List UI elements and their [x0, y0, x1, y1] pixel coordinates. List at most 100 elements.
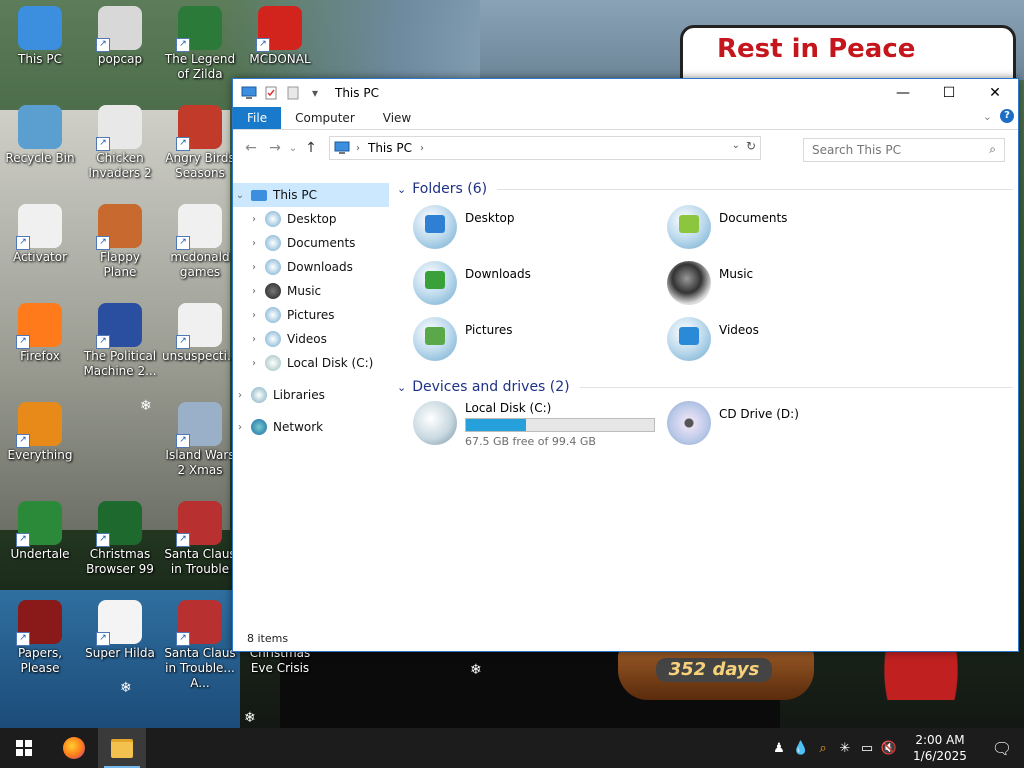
app-icon: ↗: [176, 501, 222, 547]
minimize-button[interactable]: —: [880, 79, 926, 107]
collapsed-chevron-icon[interactable]: ›: [233, 422, 247, 433]
desktop-icon[interactable]: ↗ Santa Claus in Trouble: [160, 495, 240, 576]
tab-view[interactable]: View: [369, 107, 425, 129]
desktop-icon[interactable]: Recycle Bin: [0, 99, 80, 179]
address-bar[interactable]: › This PC › ⌄ ↻: [329, 136, 761, 160]
desktop-icon[interactable]: ↗ Flappy Plane: [80, 198, 160, 279]
countdown-label: 352 days: [656, 658, 772, 682]
desktop-icon[interactable]: ↗ unsuspecti...: [160, 297, 240, 377]
forward-arrow-icon[interactable]: →: [263, 140, 287, 156]
properties-icon[interactable]: [263, 85, 279, 101]
refresh-icon[interactable]: ↻: [746, 139, 756, 153]
nav-item-network[interactable]: › Network: [233, 415, 389, 439]
pictures-folder-icon: [265, 307, 281, 323]
back-arrow-icon[interactable]: ←: [239, 140, 263, 156]
desktop-icon[interactable]: ↗ Firefox: [0, 297, 80, 377]
breadcrumb-this-pc[interactable]: This PC: [368, 141, 412, 155]
tab-computer[interactable]: Computer: [281, 107, 369, 129]
desktop-icon[interactable]: ↗ Papers, Please: [0, 594, 80, 675]
desktop-icon-label: Santa Claus in Trouble... A...: [164, 646, 236, 690]
this-pc-icon: [334, 141, 350, 154]
desktop-icon[interactable]: ↗ Undertale: [0, 495, 80, 575]
desktop-icon[interactable]: ↗ Activator: [0, 198, 80, 278]
maximize-button[interactable]: ☐: [926, 79, 972, 107]
tray-app-icon[interactable]: ♟: [768, 741, 790, 756]
nav-item-downloads[interactable]: › Downloads: [233, 255, 389, 279]
nav-item-pictures[interactable]: › Pictures: [233, 303, 389, 327]
tray-snowflake-icon[interactable]: ✳: [834, 741, 856, 756]
new-folder-icon[interactable]: [285, 85, 301, 101]
drive-tile-c[interactable]: Local Disk (C:) 67.5 GB free of 99.4 GB: [413, 401, 655, 448]
title-bar[interactable]: ▾ This PC — ☐ ✕: [233, 79, 1018, 107]
desktop-icon[interactable]: ↗ Everything: [0, 396, 80, 476]
desktop-icon[interactable]: ↗ Island Wars 2 Xmas: [160, 396, 240, 477]
drive-tile-d[interactable]: CD Drive (D:): [667, 401, 799, 445]
expanded-chevron-icon[interactable]: ⌄: [233, 190, 247, 201]
nav-item-local-disk[interactable]: › Local Disk (C:): [233, 351, 389, 375]
collapsed-chevron-icon[interactable]: ›: [233, 390, 247, 401]
collapsed-chevron-icon[interactable]: ›: [247, 310, 261, 321]
tab-file[interactable]: File: [233, 107, 282, 129]
tray-droplet-icon[interactable]: 💧: [790, 741, 812, 756]
explorer-window[interactable]: ▾ This PC — ☐ ✕ File Computer View ⌄ ? ←…: [232, 78, 1019, 652]
tray-search-icon[interactable]: ⌕: [812, 741, 834, 756]
collapse-chevron-icon[interactable]: ⌄: [397, 183, 406, 196]
taskbar-firefox[interactable]: [50, 728, 98, 768]
volume-muted-icon[interactable]: 🔇: [878, 741, 900, 756]
nav-item-documents[interactable]: › Documents: [233, 231, 389, 255]
folder-tile-documents[interactable]: Documents: [667, 205, 907, 257]
drives-group-header[interactable]: ⌄ Devices and drives (2): [397, 379, 1013, 395]
nav-item-libraries[interactable]: › Libraries: [233, 383, 389, 407]
collapsed-chevron-icon[interactable]: ›: [247, 262, 261, 273]
collapsed-chevron-icon[interactable]: ›: [247, 334, 261, 345]
search-icon[interactable]: ⌕: [989, 142, 996, 157]
desktop-icon[interactable]: This PC: [0, 0, 80, 80]
desktop-icon[interactable]: ↗ Chicken Invaders 2: [80, 99, 160, 180]
desktop-icon[interactable]: ↗ The Political Machine 2...: [80, 297, 160, 378]
nav-item-music[interactable]: › Music: [233, 279, 389, 303]
desktop-icon[interactable]: ↗ Santa Claus in Trouble... A...: [160, 594, 240, 690]
app-icon: ↗: [16, 600, 62, 646]
nav-item-desktop[interactable]: › Desktop: [233, 207, 389, 231]
taskbar-clock[interactable]: 2:00 AM 1/6/2025: [900, 732, 980, 764]
collapsed-chevron-icon[interactable]: ›: [247, 214, 261, 225]
nav-item-this-pc[interactable]: ⌄ This PC: [233, 183, 389, 207]
folders-group-header[interactable]: ⌄ Folders (6): [397, 181, 1013, 197]
collapsed-chevron-icon[interactable]: ›: [247, 358, 261, 369]
notification-center-icon[interactable]: 🗨: [980, 739, 1024, 758]
desktop-icon[interactable]: ↗ Super Hilda: [80, 594, 160, 674]
network-icon[interactable]: ▭: [856, 741, 878, 756]
folder-tile-music[interactable]: Music: [667, 261, 907, 313]
search-box[interactable]: ⌕: [803, 138, 1005, 162]
desktop-icon[interactable]: ↗ The Legend of Zilda: [160, 0, 240, 81]
folder-tile-pictures[interactable]: Pictures: [413, 317, 653, 369]
folder-name: Downloads: [465, 267, 531, 281]
app-icon: ↗: [256, 6, 302, 52]
desktop-icon[interactable]: ↗ Angry Birds Seasons: [160, 99, 240, 180]
app-icon: ↗: [176, 402, 222, 448]
customize-toolbar-chevron-icon[interactable]: ▾: [307, 85, 323, 101]
app-icon: ↗: [96, 600, 142, 646]
collapse-chevron-icon[interactable]: ⌄: [397, 381, 406, 394]
collapsed-chevron-icon[interactable]: ›: [247, 238, 261, 249]
address-history-chevron-icon[interactable]: ⌄: [732, 140, 740, 151]
folder-tile-videos[interactable]: Videos: [667, 317, 907, 369]
start-button[interactable]: [0, 728, 48, 768]
folder-tile-desktop[interactable]: Desktop: [413, 205, 653, 257]
folder-tile-downloads[interactable]: Downloads: [413, 261, 653, 313]
collapsed-chevron-icon[interactable]: ›: [247, 286, 261, 297]
desktop-icon[interactable]: ↗ popcap: [80, 0, 160, 80]
search-input[interactable]: [810, 142, 974, 158]
desktop-icon[interactable]: ↗ mcdonald games: [160, 198, 240, 279]
breadcrumb-separator-icon[interactable]: ›: [420, 143, 424, 154]
desktop-icon[interactable]: ↗ Christmas Browser 99: [80, 495, 160, 576]
recent-locations-chevron-icon[interactable]: ⌄: [287, 143, 299, 154]
taskbar-file-explorer[interactable]: [98, 728, 146, 768]
desktop-icon[interactable]: ↗ MCDONAL: [240, 0, 320, 80]
nav-item-videos[interactable]: › Videos: [233, 327, 389, 351]
help-icon[interactable]: ?: [1000, 109, 1014, 123]
folder-name: Videos: [719, 323, 759, 337]
up-arrow-icon[interactable]: ↑: [299, 140, 323, 156]
close-button[interactable]: ✕: [972, 79, 1018, 107]
expand-ribbon-chevron-icon[interactable]: ⌄: [983, 110, 992, 123]
